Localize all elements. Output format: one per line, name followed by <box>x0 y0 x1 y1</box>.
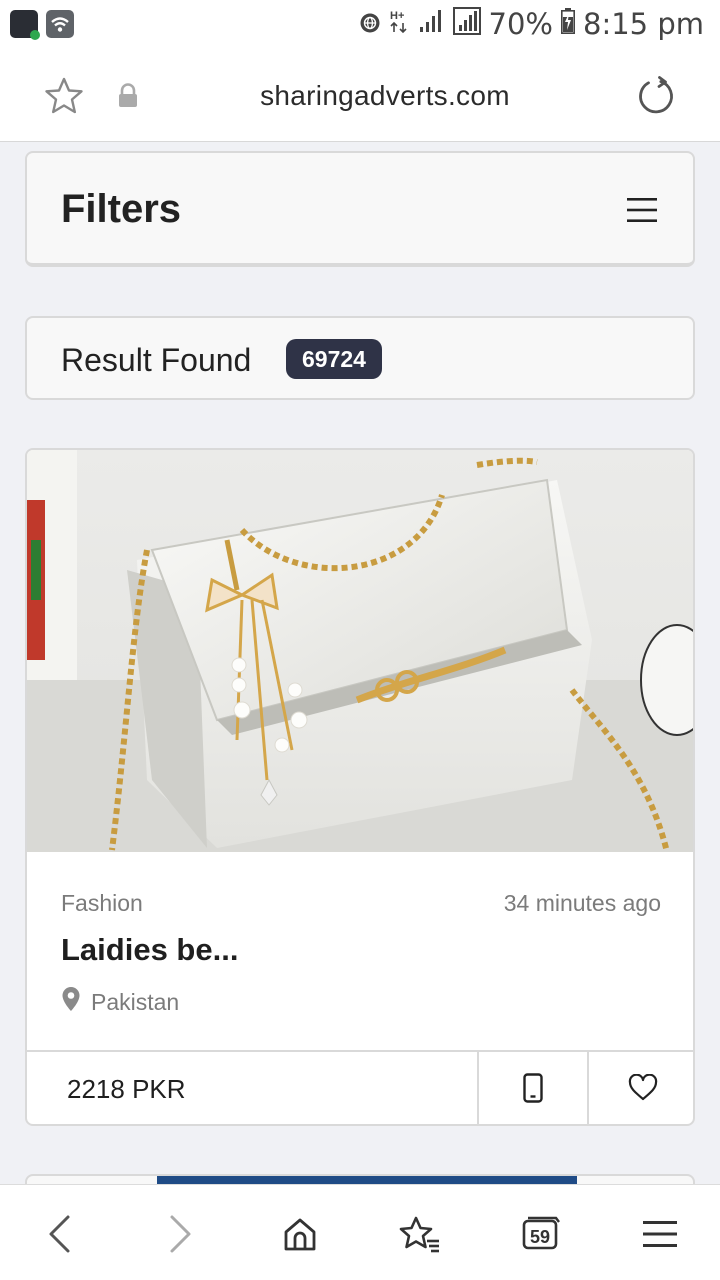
tabs-icon[interactable]: 59 <box>513 1209 567 1259</box>
bookmark-star-icon[interactable] <box>42 74 86 118</box>
signal-icon <box>452 6 481 42</box>
listing-location-text: Pakistan <box>91 988 180 1015</box>
result-label: Result Found <box>61 342 252 378</box>
call-button[interactable] <box>477 1052 587 1124</box>
app-icon <box>10 10 40 40</box>
status-indicators: H+ 70% 8:15 pm <box>359 6 704 42</box>
vpn-globe-icon <box>359 7 381 41</box>
wifi-icon <box>46 10 74 38</box>
svg-text:H+: H+ <box>390 10 404 22</box>
signal-icon <box>419 7 445 41</box>
filters-title: Filters <box>61 187 182 231</box>
data-hplus-icon: H+ <box>389 7 411 41</box>
battery-icon <box>561 7 575 41</box>
phone-icon <box>523 1072 543 1108</box>
result-count-panel: Result Found 69724 <box>25 316 695 400</box>
listing-photo[interactable] <box>27 450 693 852</box>
forward-icon[interactable] <box>154 1209 208 1259</box>
menu-icon[interactable] <box>627 197 657 223</box>
tabs-count: 59 <box>529 1226 551 1247</box>
heart-icon <box>628 1073 658 1106</box>
bookmarks-icon[interactable] <box>393 1209 447 1259</box>
listing-title[interactable]: Laidies be... <box>61 932 238 968</box>
status-bar: H+ 70% 8:15 pm <box>0 0 720 50</box>
back-icon[interactable] <box>32 1209 86 1259</box>
listing-category[interactable]: Fashion <box>61 890 143 917</box>
map-pin-icon <box>61 986 81 1018</box>
lock-icon[interactable] <box>106 74 150 118</box>
url-field[interactable]: sharingadverts.com <box>200 80 570 112</box>
clock: 8:15 pm <box>583 7 704 41</box>
listing-card[interactable]: Fashion 34 minutes ago Laidies be... Pak… <box>25 448 695 1126</box>
listing-time: 34 minutes ago <box>503 890 661 916</box>
result-count-badge: 69724 <box>286 339 382 379</box>
browser-address-bar: sharingadverts.com <box>0 50 720 142</box>
listing-footer: 2218 PKR <box>27 1050 693 1124</box>
menu-icon[interactable] <box>633 1209 687 1259</box>
battery-percent: 70% <box>488 7 553 41</box>
home-icon[interactable] <box>273 1209 327 1259</box>
filters-panel[interactable]: Filters <box>25 151 695 267</box>
listing-price: 2218 PKR <box>67 1074 186 1104</box>
favorite-button[interactable] <box>587 1052 693 1124</box>
reload-icon[interactable] <box>634 74 678 118</box>
listing-location: Pakistan <box>61 986 179 1018</box>
browser-bottom-nav: 59 <box>0 1184 720 1280</box>
